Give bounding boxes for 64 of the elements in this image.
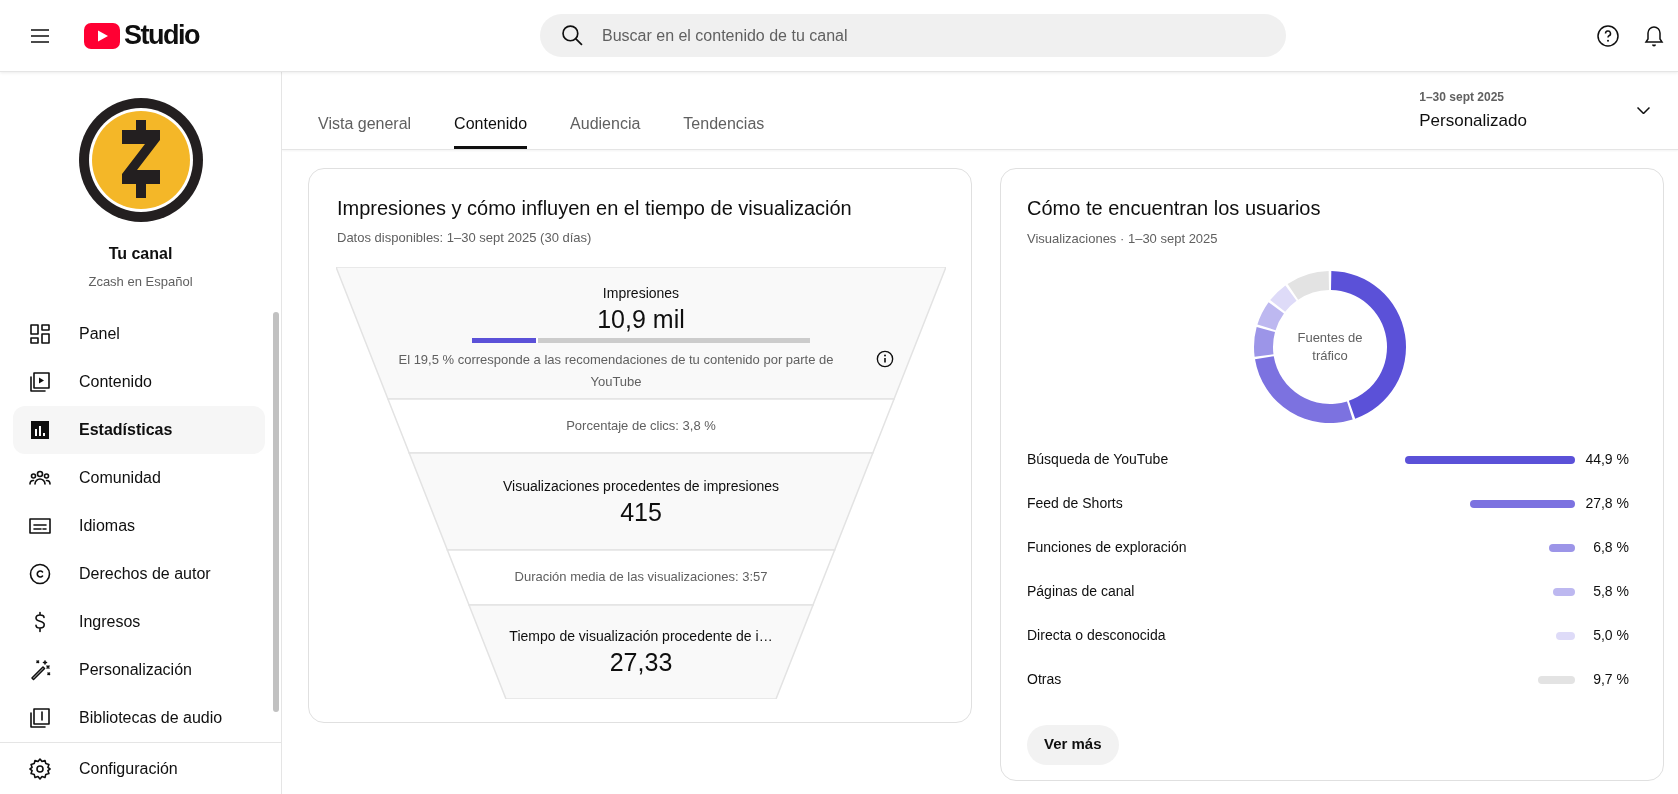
sidebar-item[interactable]: Panel: [13, 309, 265, 358]
sidebar-item[interactable]: Idiomas: [13, 501, 265, 550]
tab[interactable]: Tendencias: [683, 99, 765, 149]
card-subtitle: Visualizaciones · 1–30 sept 2025: [1027, 230, 1219, 248]
help-button[interactable]: [1596, 23, 1620, 48]
source-name: Otras: [1027, 670, 1062, 689]
sidebar-item[interactable]: Bibliotecas de audio: [13, 693, 265, 742]
rate-text: Porcentaje de clics: 3,8 %: [566, 416, 716, 435]
source-value: 5,8 %: [1592, 582, 1629, 601]
source-name: Directa o desconocida: [1027, 626, 1166, 645]
chevron-down-icon: [1637, 107, 1650, 114]
more-button[interactable]: Ver más: [1027, 724, 1119, 765]
source-name: Páginas de canal: [1027, 582, 1135, 601]
bell-icon: [1642, 23, 1666, 48]
metric-value: 27,33: [609, 647, 673, 677]
date-preset-text: Personalizado: [1419, 109, 1527, 132]
chart-center-label: Fuentes de tráfico: [1296, 328, 1364, 365]
play-logo-icon[interactable]: [84, 22, 120, 49]
logo-text: Studio: [124, 22, 199, 49]
sidebar-item[interactable]: Ingresos: [13, 597, 265, 646]
help-icon: [1596, 23, 1620, 48]
video-library-icon: [28, 369, 52, 394]
card-subtitle: Datos disponibles: 1–30 sept 2025 (30 días): [337, 229, 593, 247]
metric-label: Visualizaciones procedentes de impresiones: [503, 476, 779, 496]
sidebar-item[interactable]: Contenido: [13, 357, 265, 406]
channel-title: Tu canal: [108, 244, 173, 264]
sidebar-item[interactable]: Configuración: [13, 744, 178, 793]
source-value: 44,9 %: [1584, 450, 1629, 469]
tab[interactable]: Vista general: [318, 99, 412, 149]
source-name: Feed de Shorts: [1027, 494, 1123, 513]
notifications-button[interactable]: [1642, 23, 1666, 48]
source-name: Funciones de exploración: [1027, 538, 1187, 557]
card-title: Cómo te encuentran los usuarios: [1027, 196, 1322, 221]
dashboard-icon: [28, 321, 52, 346]
sidebar-item[interactable]: Derechos de autor: [13, 549, 265, 598]
settings-icon: [28, 756, 52, 781]
metric-value: 415: [620, 496, 662, 527]
chart-slice[interactable]: [1254, 326, 1275, 357]
avatar-icon[interactable]: [78, 98, 203, 222]
music-library-icon: [28, 705, 52, 730]
search-field[interactable]: Buscar en el contenido de tu canal: [540, 14, 1286, 57]
metric-label: Impresiones: [602, 283, 680, 303]
sidebar-item[interactable]: Comunidad: [13, 453, 265, 502]
metric-note: El 19,5 % corresponde a las recomendaciones de tu contenido por parte de YouTube: [397, 350, 835, 391]
metric-value: 10,9 mil: [597, 303, 685, 334]
tab[interactable]: Audiencia: [570, 99, 641, 149]
info-icon[interactable]: [876, 349, 894, 368]
sidebar-item[interactable]: Personalización: [13, 645, 265, 694]
channel-name: Zcash en Español: [88, 273, 193, 291]
copyright-icon: [28, 561, 52, 586]
scrollbar[interactable]: [273, 312, 279, 712]
sidebar-item[interactable]: Estadísticas: [13, 405, 265, 454]
source-value: 6,8 %: [1592, 538, 1629, 557]
date-range-selector[interactable]: 1–30 sept 2025 Personalizado: [1419, 87, 1658, 134]
card-title: Impresiones y cómo influyen en el tiempo de visualización: [337, 196, 853, 221]
rate-text: Duración media de las visualizaciones: 3:57: [514, 568, 768, 587]
tab[interactable]: Contenido: [454, 99, 528, 149]
source-name: Búsqueda de YouTube: [1027, 450, 1169, 469]
metric-label: Tiempo de visualización procedente de i…: [509, 627, 773, 646]
date-range-text: 1–30 sept 2025: [1419, 88, 1504, 106]
magic-wand-icon: [28, 657, 52, 682]
source-value: 5,0 %: [1592, 626, 1629, 645]
source-value: 27,8 %: [1584, 494, 1629, 513]
source-value: 9,7 %: [1592, 670, 1629, 689]
